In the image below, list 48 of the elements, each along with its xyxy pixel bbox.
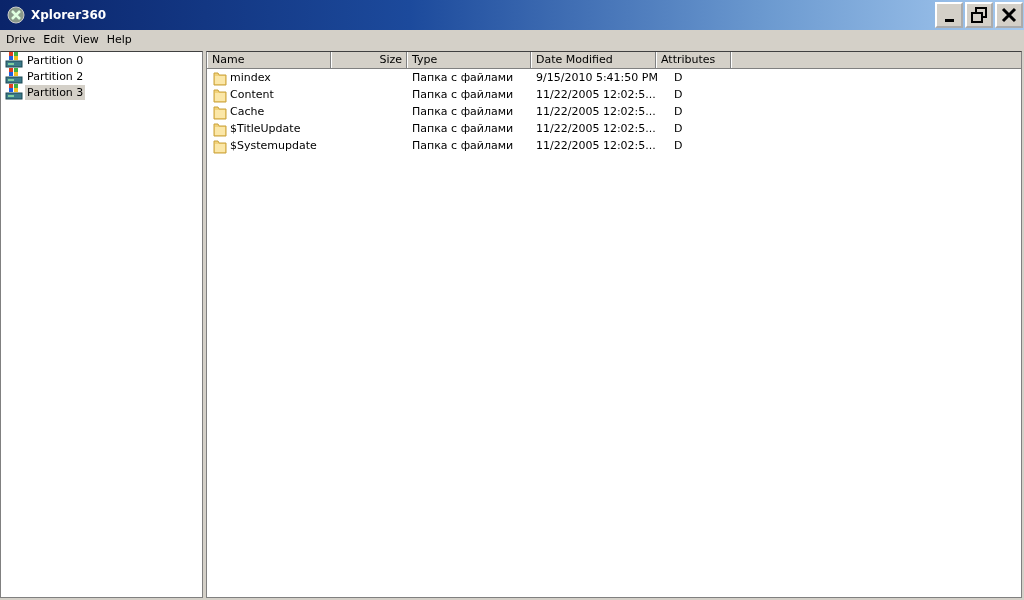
table-cell: $TitleUpdate	[230, 122, 301, 135]
table-cell: Папка с файлами	[412, 105, 514, 118]
drive-icon	[5, 67, 23, 85]
restore-button[interactable]	[965, 2, 993, 28]
table-cell: Cache	[230, 105, 265, 118]
drive-icon	[5, 51, 23, 69]
table-cell: 9/15/2010 5:41:50 PM	[536, 71, 658, 84]
table-cell: D	[674, 139, 683, 152]
table-cell: Content	[230, 88, 274, 101]
folder-icon	[213, 86, 227, 103]
menu-item[interactable]: Help	[102, 33, 136, 46]
table-cell: D	[674, 71, 683, 84]
table-cell: $Systemupdate	[230, 139, 317, 152]
menu-item[interactable]: View	[68, 33, 103, 46]
table-cell: Папка с файлами	[412, 122, 514, 135]
window-title: Xplorer360	[31, 8, 108, 22]
menu-item[interactable]: Edit	[39, 33, 69, 46]
folder-icon	[213, 137, 227, 154]
restore-icon	[970, 6, 988, 24]
tree-item[interactable]: Partition 0	[25, 52, 86, 68]
folder-icon	[213, 120, 227, 137]
table-cell: 11/22/2005 12:02:5...	[536, 122, 656, 135]
folder-icon	[213, 69, 227, 86]
column-header[interactable]: Type	[407, 52, 531, 68]
table-cell: D	[674, 105, 683, 118]
table-cell: 11/22/2005 12:02:5...	[536, 88, 656, 101]
table-cell: D	[674, 122, 683, 135]
table-cell: Папка с файлами	[412, 71, 514, 84]
column-header[interactable]: Date Modified	[531, 52, 656, 68]
tree-item[interactable]: Partition 2	[25, 68, 86, 84]
menu-item[interactable]: Drive	[2, 33, 40, 46]
column-header[interactable]: Attributes	[656, 52, 731, 68]
close-button[interactable]	[995, 2, 1023, 28]
table-cell: Папка с файлами	[412, 88, 514, 101]
drive-icon	[5, 83, 23, 101]
minimize-button[interactable]	[935, 2, 963, 28]
tree-item[interactable]: Partition 3	[25, 84, 86, 100]
table-cell: D	[674, 88, 683, 101]
close-icon	[1000, 6, 1018, 24]
column-header[interactable]: Size	[331, 52, 407, 68]
folder-icon	[213, 103, 227, 120]
column-header[interactable]: Name	[207, 52, 331, 68]
table-cell: mindex	[230, 71, 271, 84]
table-cell: Папка с файлами	[412, 139, 514, 152]
table-cell: 11/22/2005 12:02:5...	[536, 139, 656, 152]
minimize-icon	[944, 18, 954, 22]
table-cell: 11/22/2005 12:02:5...	[536, 105, 656, 118]
orb-icon	[7, 6, 25, 24]
